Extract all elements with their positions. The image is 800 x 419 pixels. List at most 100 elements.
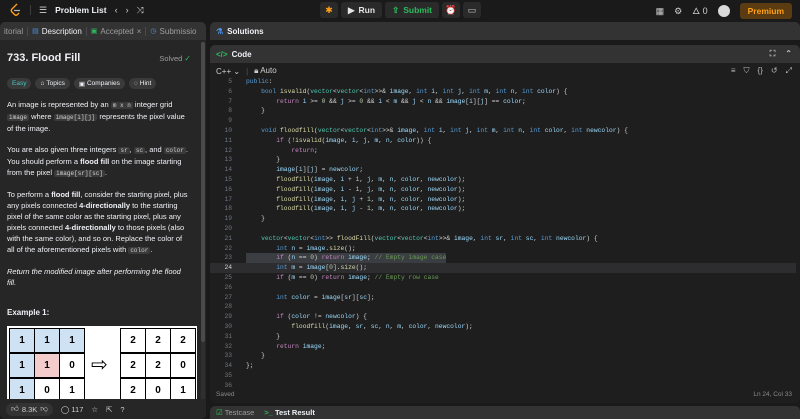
code-line[interactable]: 13 } — [210, 155, 796, 165]
close-icon[interactable]: × — [137, 27, 142, 36]
topics-chip[interactable]: ⌂ Topics — [35, 78, 70, 89]
code-line[interactable]: 5 public: — [210, 77, 796, 87]
streak[interactable]: 🜂 0 — [692, 2, 707, 20]
bookmark-icon[interactable]: ⛉ — [744, 66, 750, 76]
inline-code: image[sr][sc] — [54, 170, 105, 177]
code-text: return image; — [276, 342, 326, 350]
code-text: floodfill(image, i, j + 1, m, n, color, … — [276, 195, 466, 203]
premium-button[interactable]: Premium — [739, 3, 792, 19]
code-line[interactable]: 26 — [210, 283, 796, 293]
collapse-icon[interactable]: ⌃ — [785, 49, 792, 59]
code-line[interactable]: 8 } — [210, 106, 796, 116]
line-number: 28 — [224, 303, 232, 311]
debug-button[interactable]: ✱ — [320, 2, 338, 18]
code-header: </> Code ⛶ ⌃ — [210, 45, 800, 63]
companies-chip[interactable]: ▣ Companies — [73, 78, 125, 89]
code-line[interactable]: 32 return image; — [210, 342, 796, 352]
line-number: 23 — [224, 254, 232, 262]
code-line[interactable]: 30 floodfill(image, sr, sc, n, m, color,… — [210, 322, 796, 332]
shuffle-icon[interactable]: ⤨ — [137, 5, 144, 15]
code-line[interactable]: 35 — [210, 371, 796, 381]
timer-button[interactable]: ⏰ — [442, 2, 461, 18]
code-text: } — [246, 352, 265, 360]
cursor-position: Ln 24, Col 33 — [753, 390, 792, 398]
leetcode-logo-icon[interactable] — [10, 3, 22, 17]
bold-text: 4-directionally — [64, 223, 116, 232]
list-icon[interactable]: ☰ — [39, 5, 47, 15]
chevron-left-icon[interactable]: ‹ — [115, 5, 118, 15]
reset-icon[interactable]: ↺ — [771, 66, 778, 76]
tab-editorial[interactable]: itorial — [0, 22, 27, 40]
notes-icon[interactable]: ≡ — [731, 66, 736, 76]
code-line[interactable]: 33 } — [210, 351, 796, 361]
tab-solutions[interactable]: Solutions — [227, 27, 263, 36]
code-line[interactable]: 19 } — [210, 214, 796, 224]
maximize-icon[interactable]: ⛶ — [770, 49, 776, 59]
code-line[interactable]: 18 floodfill(image, i, j - 1, m, n, colo… — [210, 204, 796, 214]
language-select[interactable]: C++ ⌄ — [216, 67, 240, 76]
submit-label: Submit — [403, 5, 433, 15]
code-line[interactable]: 17 floodfill(image, i, j + 1, m, n, colo… — [210, 195, 796, 205]
auto-label: Auto — [260, 66, 277, 75]
like-button[interactable]: 👍︎ 8.3K 👎︎ — [6, 402, 53, 416]
grid-cell: 2 — [145, 328, 171, 353]
code-line[interactable]: 12 return; — [210, 146, 796, 156]
tab-test-result[interactable]: >_ Test Result — [264, 408, 315, 417]
submit-button[interactable]: ⇪ Submit — [385, 2, 440, 18]
code-line[interactable]: 31 } — [210, 332, 796, 342]
code-line[interactable]: 10 void floodfill(vector<vector<int>>& i… — [210, 126, 796, 136]
braces-icon[interactable]: {} — [758, 66, 763, 76]
comments-button[interactable]: ◯ 117 — [61, 405, 83, 414]
code-line[interactable]: 16 floodfill(image, i - 1, j, m, n, colo… — [210, 185, 796, 195]
code-line[interactable]: 14 image[i][j] = newcolor; — [210, 165, 796, 175]
code-line[interactable]: 27 int color = image[sr][sc]; — [210, 293, 796, 303]
comment-icon: ◯ — [60, 404, 70, 414]
avatar[interactable] — [717, 5, 730, 17]
code-line[interactable]: 11 if (!isvalid(image, i, j, m, n, color… — [210, 136, 796, 146]
code-line[interactable]: 25 if (m == 0) return image; // Empty ro… — [210, 273, 796, 283]
problem-title[interactable]: 733. Flood Fill — [7, 52, 80, 64]
line-number: 32 — [224, 342, 232, 350]
code-line[interactable]: 15 floodfill(image, i + 1, j, m, n, colo… — [210, 175, 796, 185]
code-line[interactable]: 24 int m = image[0].size(); — [210, 263, 796, 273]
code-title: Code — [231, 49, 252, 59]
code-line[interactable]: 23 if (n == 0) return image; // Empty im… — [210, 253, 796, 264]
code-line[interactable]: 29 if (color != newcolor) { — [210, 312, 796, 322]
lock-icon: 🔒︎ — [254, 66, 259, 75]
tab-testcase[interactable]: ☑ Testcase — [216, 408, 254, 417]
help-icon[interactable]: ? — [120, 405, 124, 414]
code-line[interactable]: 6 bool isvalid(vector<vector<int>>& imag… — [210, 87, 796, 97]
problem-list-link[interactable]: Problem List — [55, 5, 106, 15]
code-line[interactable]: 7 return i >= 0 && j >= 0 && i < m && j … — [210, 97, 796, 107]
lock-icon: ▣ — [78, 80, 85, 88]
code-line[interactable]: 21 vector<vector<int>> floodFill(vector<… — [210, 234, 796, 244]
code-text: public: — [246, 78, 273, 85]
notes-button[interactable]: ▭ — [463, 2, 482, 18]
chip-label: Topics — [46, 80, 65, 87]
code-line[interactable]: 20 — [210, 224, 796, 234]
grid-cell: 2 — [120, 353, 146, 378]
auto-mode[interactable]: 🔒︎ Auto — [254, 66, 277, 76]
grid-cell-start: 1 — [34, 353, 60, 378]
code-line[interactable]: 34}; — [210, 361, 796, 371]
clock-icon: ◷ — [150, 28, 157, 35]
hint-chip[interactable]: ◌ Hint — [128, 78, 157, 89]
tab-label: Description — [41, 26, 82, 36]
code-editor[interactable]: 5 public: 6 bool isvalid(vector<vector<int… — [210, 78, 800, 389]
code-text: if (n == 0) return image; // Empty image… — [246, 253, 447, 264]
layout-icon[interactable]: ▦ — [656, 6, 665, 17]
tab-submissions[interactable]: ◷ Submissio — [146, 22, 200, 40]
run-button[interactable]: ▶ Run — [341, 2, 383, 18]
code-line[interactable]: 28 — [210, 302, 796, 312]
settings-gear-icon[interactable]: ⚙ — [674, 6, 682, 17]
star-icon[interactable]: ☆ — [91, 405, 98, 414]
scrollbar[interactable] — [201, 42, 205, 412]
thumbs-down-icon[interactable]: 👎︎ — [40, 404, 48, 414]
tab-accepted[interactable]: ▣ Accepted × — [87, 22, 146, 40]
code-line[interactable]: 9 — [210, 116, 796, 126]
tab-description[interactable]: ▤ Description — [28, 22, 86, 40]
expand-icon[interactable]: ⤢ — [786, 66, 792, 76]
chevron-right-icon[interactable]: › — [126, 5, 129, 15]
code-line[interactable]: 22 int n = image.size(); — [210, 244, 796, 254]
share-icon[interactable]: ⇱ — [106, 405, 112, 414]
